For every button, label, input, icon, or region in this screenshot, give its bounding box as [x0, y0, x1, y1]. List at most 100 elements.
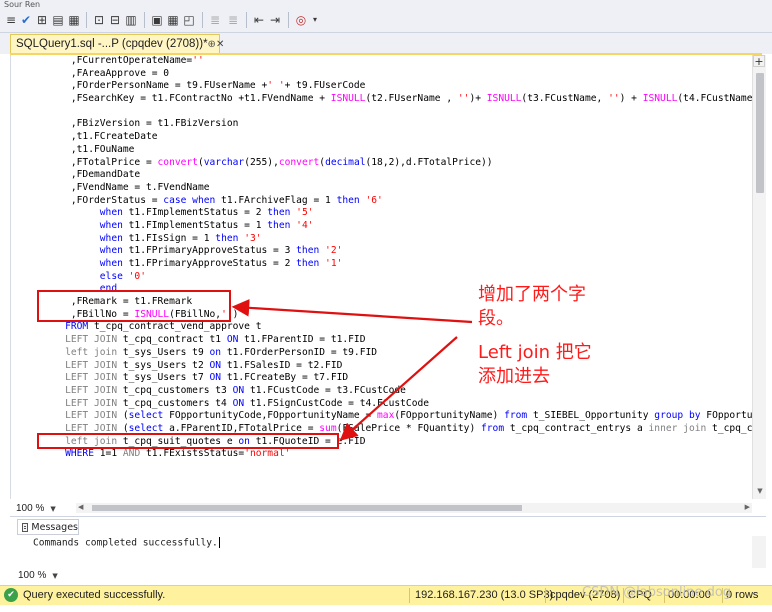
results-to-text-icon[interactable]: ▦ — [67, 11, 81, 28]
indent-icon[interactable]: ⇥ — [268, 11, 282, 28]
code-token: LEFT JOIN — [65, 359, 118, 371]
uncomment-icon[interactable]: ≣ — [226, 11, 240, 28]
code-line[interactable]: ,FTotalPrice = convert(varchar(255),conv… — [42, 157, 752, 170]
show-all-icon[interactable]: ≡ — [4, 11, 18, 28]
editor-horizontal-scrollbar[interactable]: ◀ ▶ — [76, 503, 752, 513]
code-line[interactable]: ,FBizVersion = t1.FBizVersion — [42, 118, 752, 131]
code-token: AND — [122, 448, 141, 460]
query-status: ✔ Query executed successfully. — [4, 588, 165, 602]
code-line[interactable]: ,FDemandDate — [42, 169, 752, 182]
code-token: then — [215, 232, 239, 244]
code-token: FOpportunityCode,FOpportunityName = — [163, 410, 378, 422]
toolbar-separator — [246, 12, 247, 28]
code-token: decimal — [325, 156, 366, 168]
chevron-down-icon[interactable]: ▼ — [52, 572, 57, 580]
code-line[interactable]: ,FOrderStatus = case when t1.FArchiveFla… — [42, 195, 752, 208]
scrollbar-thumb[interactable] — [756, 73, 764, 193]
code-line[interactable]: ,t1.FCreateDate — [42, 131, 752, 144]
annotation-note: 增加了两个字 段。 Left join 把它 添加进去 — [478, 283, 638, 389]
scrollbar-thumb[interactable] — [92, 505, 522, 511]
save-icon[interactable]: ▤ — [51, 11, 65, 28]
results-to-file-icon[interactable]: ⊟ — [108, 11, 122, 28]
code-line[interactable]: LEFT JOIN t_sys_Users t7 ON t1.FCreateBy… — [42, 372, 752, 385]
code-token: + t9.FUserCode — [284, 80, 366, 92]
code-token: t_cpq_customers t3 — [117, 384, 233, 396]
editor-vertical-scrollbar[interactable]: ▼ — [752, 55, 766, 499]
include-plan-icon[interactable]: ▥ — [124, 11, 138, 28]
code-line[interactable]: ,FSearchKey = t1.FContractNo +t1.FVendNa… — [42, 93, 752, 106]
chevron-down-icon[interactable]: ▼ — [50, 505, 55, 513]
code-token: )+ — [469, 93, 487, 105]
code-token: t1.FPrimaryApproveStatus = 3 — [122, 245, 297, 257]
code-token: t_SIEBEL_Opportunity — [527, 410, 655, 422]
code-token: when — [99, 232, 123, 244]
code-line[interactable]: LEFT JOIN t_cpq_customers t3 ON t1.FCust… — [42, 385, 752, 398]
editor-zoom-value: 100 % — [16, 503, 45, 514]
code-token: t1.FSalesID = t2.FID — [221, 359, 343, 371]
code-token: t_sys_Users t2 — [117, 359, 210, 371]
specify-values-icon[interactable]: ◎ — [294, 11, 308, 28]
watermark: CSDN @labsonline.dog — [582, 585, 732, 600]
code-token: ) + — [619, 93, 643, 105]
comment-icon[interactable]: ≣ — [208, 11, 222, 28]
code-line[interactable]: WHERE 1=1 AND t1.FExistsStatus='normal' — [42, 448, 752, 461]
code-token: ' ' — [267, 80, 285, 92]
code-line[interactable]: when t1.FPrimaryApproveStatus = 3 then '… — [42, 245, 752, 258]
code-line[interactable]: left join t_sys_Users t9 on t1.FOrderPer… — [42, 347, 752, 360]
code-line[interactable]: FROM t_cpq_contract_vend_approve t — [42, 321, 752, 334]
query-status-text: Query executed successfully. — [23, 589, 166, 601]
tab-messages[interactable]: Messages — [17, 519, 79, 535]
code-token: t1.FCustCode = t3.FCustCode — [244, 384, 406, 396]
status-server: 192.168.167.230 (13.0 SP3) — [415, 589, 554, 601]
scroll-left-icon[interactable]: ◀ — [78, 503, 83, 511]
code-token: t1.FImplementStatus = 2 — [122, 207, 268, 219]
scroll-down-icon[interactable]: ▼ — [753, 485, 767, 497]
results-to-grid-icon[interactable]: ⊡ — [92, 11, 106, 28]
code-line[interactable]: ,FCurrentOperateName='' — [42, 55, 752, 68]
results-pane-icon[interactable]: ▦ — [166, 11, 180, 28]
annotation-line-2: 段。 — [478, 308, 514, 329]
outdent-icon[interactable]: ⇤ — [252, 11, 266, 28]
check-icon[interactable]: ✔ — [19, 11, 33, 28]
results-vertical-scrollbar[interactable] — [752, 536, 766, 568]
code-line[interactable]: when t1.FImplementStatus = 1 then '4' — [42, 220, 752, 233]
pin-icon[interactable]: ⊕ — [208, 39, 216, 50]
editor-zoom-select[interactable]: 100 % ▼ — [14, 502, 56, 515]
code-token: t1.FOrderPersonID = t9.FID — [221, 346, 378, 358]
code-line[interactable]: when t1.FIsSign = 1 then '3' — [42, 233, 752, 246]
code-token: ) — [232, 308, 239, 320]
close-icon[interactable]: ✕ — [216, 39, 224, 50]
code-line[interactable]: ,FVendName = t.FVendName — [42, 182, 752, 195]
code-token: t1.FExistsStatus= — [140, 448, 245, 460]
code-line[interactable]: else '0' — [42, 271, 752, 284]
stats-icon[interactable]: ▣ — [150, 11, 164, 28]
scroll-right-icon[interactable]: ▶ — [745, 503, 750, 511]
code-line[interactable]: ,t1.FOuName — [42, 144, 752, 157]
results-zoom-select[interactable]: 100 % ▼ — [16, 569, 58, 582]
code-line[interactable]: LEFT JOIN (select FOpportunityCode,FOppo… — [42, 410, 752, 423]
code-line[interactable]: when t1.FPrimaryApproveStatus = 2 then '… — [42, 258, 752, 271]
code-token: ISNULL — [330, 93, 366, 105]
code-token: (18,2),d.FTotalPrice)) — [365, 156, 493, 168]
code-area[interactable]: ,FCurrentOperateName='' ,FAreaApprove = … — [42, 55, 752, 461]
code-line[interactable]: LEFT JOIN t_cpq_contract t1 ON t1.FParen… — [42, 334, 752, 347]
code-token: when — [99, 245, 123, 257]
grid-icon[interactable]: ⊞ — [35, 11, 49, 28]
code-token: t1.FPrimaryApproveStatus = 2 — [122, 258, 297, 269]
code-line[interactable]: LEFT JOIN t_sys_Users t2 ON t1.FSalesID … — [42, 360, 752, 373]
code-line[interactable]: ,FAreaApprove = 0 — [42, 68, 752, 81]
code-line[interactable] — [42, 106, 752, 119]
code-line[interactable]: when t1.FImplementStatus = 2 then '5' — [42, 207, 752, 220]
code-line[interactable]: LEFT JOIN t_cpq_customers t4 ON t1.FSign… — [42, 398, 752, 411]
query-options-icon[interactable]: ◰ — [182, 11, 196, 28]
tab-sqlquery1[interactable]: SQLQuery1.sql -...P (cpqdev (2708))* ⊕ ✕ — [10, 34, 224, 53]
split-editor-icon[interactable]: + — [753, 55, 765, 68]
code-line[interactable]: ,FOrderPersonName = t9.FUserName +' '+ t… — [42, 80, 752, 93]
dropdown-icon[interactable]: ▾ — [310, 11, 320, 28]
code-token: ( — [117, 410, 129, 422]
